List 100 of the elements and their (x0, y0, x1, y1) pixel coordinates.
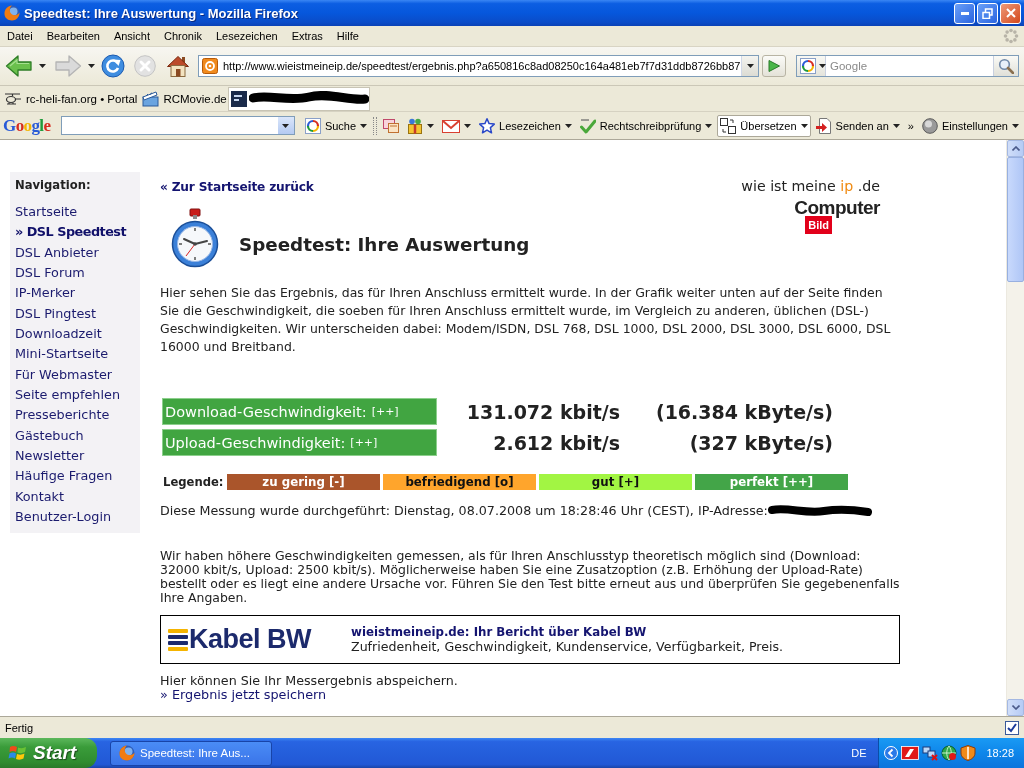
close-button[interactable] (1000, 2, 1021, 24)
toolbar-button[interactable]: Lesezeichen (476, 114, 575, 137)
speed-value: 131.072 kbit/s (465, 400, 620, 423)
caret-icon (746, 64, 754, 68)
more-button[interactable]: » (904, 114, 917, 137)
close-icon (1005, 8, 1016, 18)
helicopter-icon (4, 91, 22, 106)
toolbar-button[interactable]: Einstellungen (918, 114, 1022, 137)
flag-icon (8, 743, 28, 763)
check-icon (579, 117, 596, 134)
sidebar-link[interactable]: Kontakt (15, 486, 135, 508)
ad-text: Zufriedenheit, Geschwindigkeit, Kundenservice, Verfügbarkeit, Preis. (351, 639, 784, 654)
menu-item[interactable]: Lesezeichen (208, 28, 285, 44)
ring-icon (800, 58, 816, 74)
favicon-icon (202, 58, 218, 74)
legend-item: perfekt [++] (695, 474, 848, 490)
favicon-icon (230, 90, 247, 107)
legend-item: befriedigend [o] (383, 474, 536, 490)
logo-badge: Bild (805, 216, 832, 234)
home-icon[interactable] (166, 54, 190, 78)
speed-bytes-value: (16.384 kByte/s) (654, 400, 833, 423)
reload-icon[interactable] (101, 54, 125, 78)
sidebar-heading: Navigation: (15, 178, 92, 192)
caret-down-icon (1011, 705, 1020, 710)
caret-icon[interactable] (88, 64, 95, 68)
page-arrow-icon (815, 117, 832, 134)
toolbar-button[interactable]: Suche (301, 114, 371, 137)
back-icon[interactable] (5, 54, 33, 78)
sidebar-link[interactable]: Startseite (15, 202, 135, 223)
toolbar-button[interactable]: Übersetzen (717, 114, 811, 137)
menu-item[interactable]: Bearbeiten (39, 28, 107, 44)
scroll-down-button[interactable] (1007, 699, 1024, 716)
sphere-icon (921, 117, 938, 134)
tiles-icon (720, 117, 737, 134)
ad-link[interactable]: wieistmeineip.de: Ihr Bericht über Kabel BW (351, 625, 784, 639)
chevron-icon[interactable] (884, 746, 899, 760)
save-text: Hier können Sie Ihr Messergebnis abspeichern. (160, 674, 459, 688)
legend-title: Legende: (163, 475, 224, 489)
ad-logo-text: Kabel BW (189, 624, 311, 655)
sidebar-link[interactable]: Häufige Fragen (15, 466, 135, 487)
monitors-icon[interactable] (922, 745, 939, 761)
search-box[interactable]: Google (796, 55, 1019, 77)
scroll-up-button[interactable] (1007, 140, 1024, 157)
sidebar-link[interactable]: Seite empfehlen (15, 385, 135, 406)
minimize-button[interactable] (954, 2, 975, 24)
language-indicator[interactable]: DE (851, 747, 867, 759)
sidebar-link[interactable]: Gästebuch (15, 425, 135, 447)
toolbar-search-field[interactable] (61, 116, 295, 135)
bookmark-item[interactable]: rc-heli-fan.org • Portal (4, 91, 138, 106)
menu-item[interactable]: Datei (0, 28, 40, 44)
sidebar-link[interactable]: Mini-Startseite (15, 344, 135, 365)
shield-icon[interactable] (960, 745, 977, 761)
sidebar-link[interactable]: IP-Merker (15, 283, 135, 304)
sidebar-link[interactable]: Newsletter (15, 446, 135, 467)
menu-item[interactable]: Hilfe (329, 28, 366, 44)
page-heading: Speedtest: Ihre Auswertung (239, 233, 530, 255)
menu-item[interactable]: Chronik (157, 28, 209, 44)
sidebar-link[interactable]: DSL Anbieter (15, 242, 135, 264)
window-title: Speedtest: Ihre Auswertung - Mozilla Firefox (24, 5, 298, 21)
sidebar-link[interactable]: Für Webmaster (15, 364, 135, 386)
bookmark-item[interactable] (227, 86, 370, 111)
sidebar-link[interactable]: Presseberichte (15, 405, 135, 426)
sidebar-link[interactable]: Downloadzeit (15, 324, 135, 345)
globe-icon[interactable] (941, 745, 958, 761)
gift-icon (407, 117, 424, 134)
sidebar-link[interactable]: » DSL Speedtest (15, 222, 135, 243)
caret-icon (819, 64, 826, 68)
bookmark-item[interactable]: RCMovie.de (142, 90, 227, 107)
tile-icon[interactable] (901, 746, 920, 760)
start-button[interactable]: Start (0, 738, 97, 768)
status-text: Fertig (5, 721, 34, 734)
restore-button[interactable] (977, 2, 998, 24)
ad-banner[interactable]: Kabel BW wieistmeineip.de: Ihr Bericht über Kabel BW Zufriedenheit, Geschwindigkeit, Kundenservice, Verfügbarkeit, Preis. (160, 615, 900, 664)
caret-icon (282, 123, 290, 128)
save-link[interactable]: » Ergebnis jetzt speichern (160, 688, 327, 702)
site-logo-text: wie ist meine ip .de (741, 178, 880, 194)
history-dropdown-button[interactable] (741, 56, 759, 76)
sidebar-link[interactable]: DSL Pingtest (15, 303, 135, 325)
dropdown-button[interactable] (277, 117, 294, 134)
search-engine-button[interactable] (797, 56, 826, 76)
rating-label: Upload-Geschwindigkeit: [++] (162, 429, 437, 456)
scrollbar-thumb[interactable] (1007, 157, 1024, 282)
sidebar-link[interactable]: DSL Forum (15, 263, 135, 284)
clock[interactable]: 18:28 (986, 747, 1014, 759)
menu-item[interactable]: Extras (284, 28, 330, 44)
menu-item[interactable]: Ansicht (106, 28, 157, 44)
clapperboard-icon (142, 90, 160, 107)
back-link[interactable]: « Zur Startseite zurück (160, 180, 314, 194)
caret-icon[interactable] (39, 64, 46, 68)
check-icon (1005, 720, 1019, 735)
go-button[interactable] (762, 55, 786, 77)
toolbar-button[interactable]: Rechtschreibprüfung (576, 114, 716, 137)
browser-icon (119, 745, 135, 761)
ring-icon (304, 117, 321, 134)
toolbar-button[interactable]: Senden an (812, 114, 903, 137)
google-logo: Google (3, 115, 51, 136)
address-field[interactable]: http://www.wieistmeineip.de/speedtest/ergebnis.php?a650816c8ad08250c164a481eb7f7d31ddb8726bb87 (198, 55, 760, 77)
sidebar-link[interactable]: Benutzer-Login (15, 507, 135, 528)
taskbar-button[interactable]: Speedtest: Ihre Aus... (110, 740, 272, 766)
search-button[interactable] (993, 56, 1018, 76)
